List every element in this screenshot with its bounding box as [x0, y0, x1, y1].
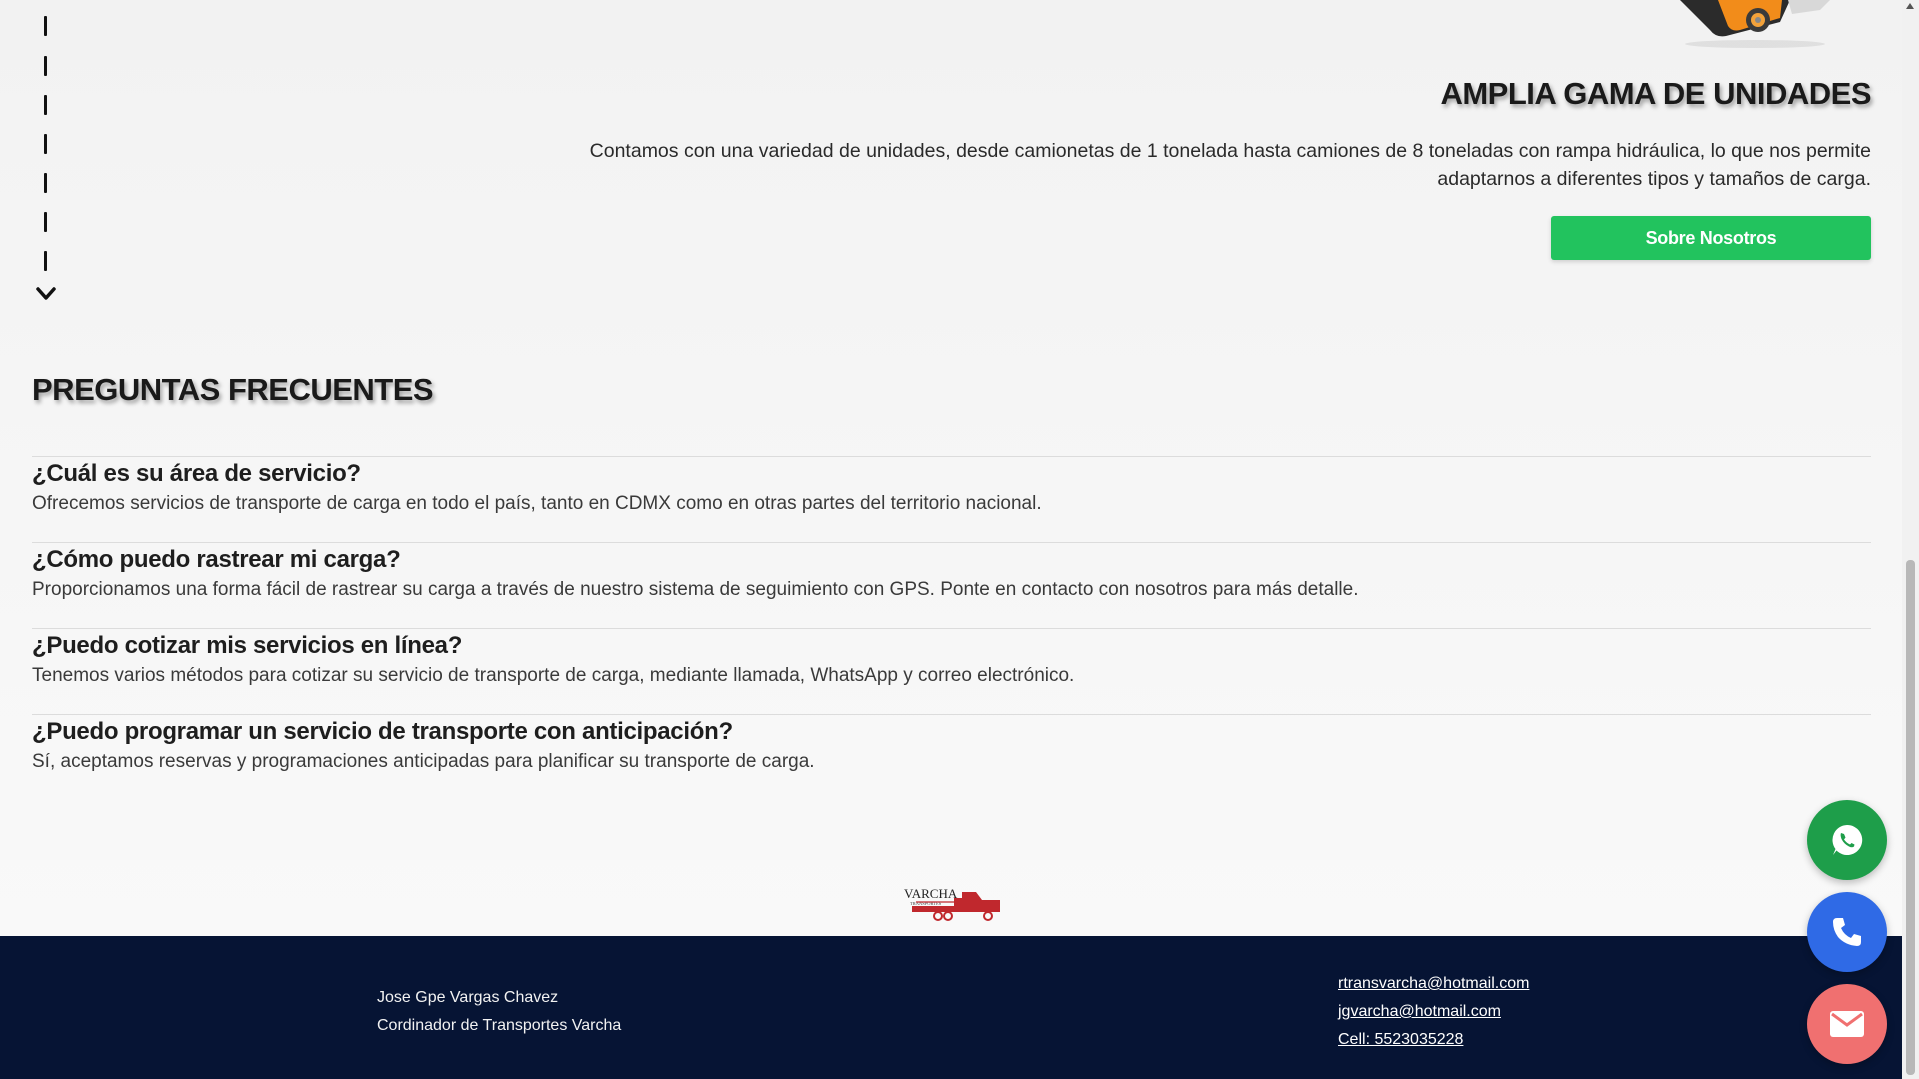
footer-contact-links: rtransvarcha@hotmail.com jgvarcha@hotmai…: [1338, 970, 1529, 1054]
faq-heading: PREGUNTAS FRECUENTES: [32, 372, 434, 407]
scrollbar[interactable]: [1902, 0, 1919, 1079]
scroll-up-arrow-icon[interactable]: [1906, 3, 1914, 9]
timeline-dash: [44, 56, 47, 76]
timeline-dash: [44, 212, 47, 232]
faq-item[interactable]: ¿Puedo programar un servicio de transpor…: [32, 714, 1871, 800]
faq-answer: Proporcionamos una forma fácil de rastre…: [32, 579, 1359, 600]
mail-icon: [1830, 1011, 1864, 1037]
faq-list: ¿Cuál es su área de servicio? Ofrecemos …: [32, 456, 1871, 800]
feature-description: Contamos con una variedad de unidades, d…: [589, 140, 1871, 190]
call-button[interactable]: [1807, 892, 1887, 972]
phone-icon: [1833, 918, 1861, 946]
faq-item[interactable]: ¿Cuál es su área de servicio? Ofrecemos …: [32, 456, 1871, 542]
page: AMPLIA GAMA DE UNIDADES Contamos con una…: [0, 0, 1919, 1079]
email-link[interactable]: jgvarcha@hotmail.com: [1338, 998, 1529, 1026]
email-link[interactable]: rtransvarcha@hotmail.com: [1338, 970, 1529, 998]
faq-question[interactable]: ¿Puedo cotizar mis servicios en línea?: [32, 631, 1871, 661]
logo-text: VARCHA: [904, 886, 958, 901]
footer-contact-person: Jose Gpe Vargas Chavez Cordinador de Tra…: [377, 984, 621, 1040]
whatsapp-icon: [1832, 824, 1863, 855]
faq-item[interactable]: ¿Puedo cotizar mis servicios en línea? T…: [32, 628, 1871, 714]
email-button[interactable]: [1807, 984, 1887, 1064]
faq-answer: Ofrecemos servicios de transporte de car…: [32, 493, 1042, 514]
feature-title: AMPLIA GAMA DE UNIDADES: [1440, 76, 1871, 111]
timeline-dash: [44, 134, 47, 154]
timeline-dash: [44, 95, 47, 115]
chevron-down-icon: [36, 287, 56, 300]
truck-image: [1680, 0, 1830, 48]
whatsapp-button[interactable]: [1807, 800, 1887, 880]
timeline-dash: [44, 16, 47, 36]
timeline-dash: [44, 251, 47, 271]
faq-question[interactable]: ¿Cuál es su área de servicio?: [32, 459, 1871, 489]
footer: Jose Gpe Vargas Chavez Cordinador de Tra…: [0, 936, 1919, 1079]
faq-question[interactable]: ¿Puedo programar un servicio de transpor…: [32, 717, 1871, 747]
contact-role: Cordinador de Transportes Varcha: [377, 1017, 622, 1034]
varcha-logo[interactable]: VARCHA TRANSPORTES: [902, 884, 1002, 926]
about-us-button[interactable]: Sobre Nosotros: [1551, 216, 1871, 260]
faq-answer: Sí, aceptamos reservas y programaciones …: [32, 751, 815, 772]
scrollbar-thumb[interactable]: [1906, 560, 1915, 1075]
faq-answer: Tenemos varios métodos para cotizar su s…: [32, 665, 1075, 686]
contact-name: Jose Gpe Vargas Chavez: [377, 989, 559, 1006]
scroll-timeline: [36, 0, 56, 310]
phone-link[interactable]: Cell: 5523035228: [1338, 1026, 1529, 1054]
faq-item[interactable]: ¿Cómo puedo rastrear mi carga? Proporcio…: [32, 542, 1871, 628]
timeline-dash: [44, 173, 47, 193]
faq-question[interactable]: ¿Cómo puedo rastrear mi carga?: [32, 545, 1871, 575]
